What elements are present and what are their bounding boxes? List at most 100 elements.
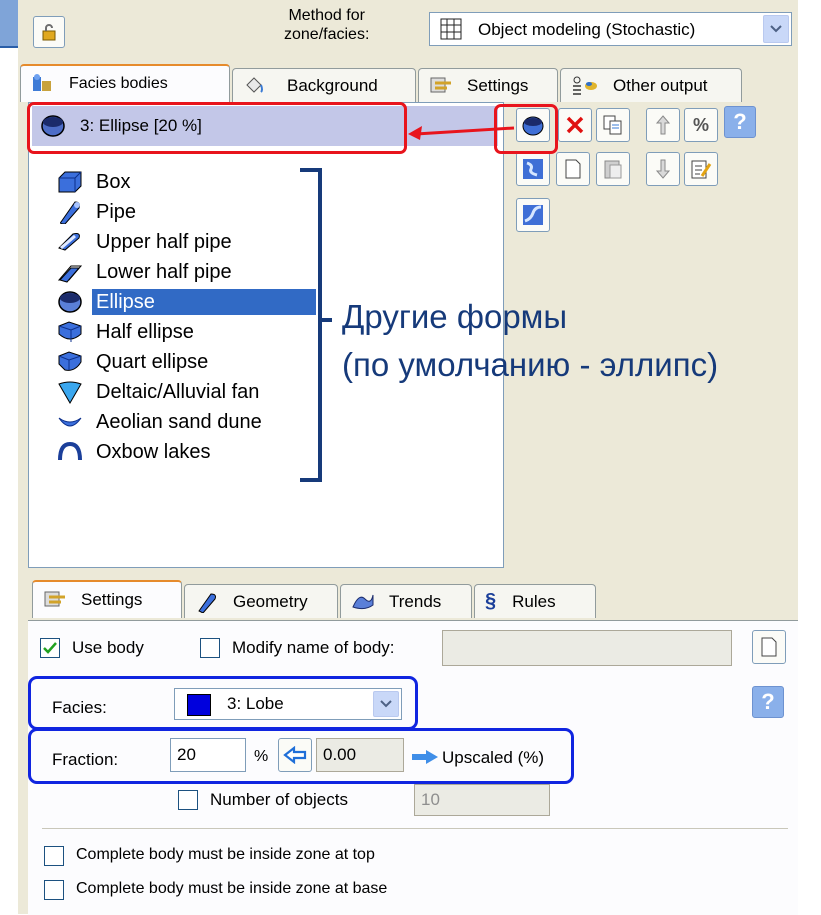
inside-base-checkbox[interactable] [44, 880, 64, 900]
divider [42, 828, 788, 829]
list-item[interactable]: Lower half pipe [56, 258, 236, 285]
percent-button[interactable]: % [684, 108, 718, 142]
method-dropdown[interactable]: Object modeling (Stochastic) [429, 12, 792, 46]
facies-modeling-panel: Method for zone/facies: Object modeling … [0, 0, 821, 915]
tab-facies-bodies[interactable]: Facies bodies [20, 64, 230, 102]
tab-settings[interactable]: Settings [32, 580, 182, 618]
list-item[interactable]: Upper half pipe [56, 228, 236, 255]
move-up-button[interactable] [646, 108, 680, 142]
ellipse-icon [58, 290, 82, 313]
settings-icon [430, 77, 451, 92]
inside-top-checkbox[interactable] [44, 846, 64, 866]
upper-half-pipe-icon [58, 232, 80, 251]
tab-settings-top[interactable]: Settings [418, 68, 558, 102]
move-down-button[interactable] [646, 152, 680, 186]
help-button[interactable]: ? [752, 686, 784, 718]
list-item[interactable]: Oxbow lakes [56, 438, 215, 465]
list-item[interactable]: Aeolian sand dune [56, 408, 266, 435]
use-body-checkbox[interactable] [40, 638, 60, 658]
list-item-label: Quart ellipse [96, 350, 209, 373]
method-dropdown-button[interactable] [763, 15, 789, 43]
tab-geometry[interactable]: Geometry [184, 584, 338, 618]
quart-ellipse-icon [58, 350, 82, 371]
deltaic-fan-icon [58, 381, 82, 404]
list-item[interactable]: Box [56, 168, 134, 195]
list-item-label: Aeolian sand dune [96, 410, 262, 433]
question-icon: ? [761, 689, 775, 714]
pipe-icon [60, 200, 80, 224]
box-icon [58, 171, 82, 192]
geometry-icon [198, 592, 216, 613]
list-item-label: Lower half pipe [96, 260, 232, 283]
section-icon: § [485, 590, 497, 612]
list-item[interactable]: Deltaic/Alluvial fan [56, 378, 263, 405]
list-item[interactable]: Half ellipse [56, 318, 198, 345]
delete-icon [566, 116, 584, 134]
help-button-top[interactable]: ? [724, 106, 756, 138]
facies-bodies-icon [33, 74, 51, 91]
inside-top-label: Complete body must be inside zone at top [76, 846, 375, 863]
paste-button[interactable] [596, 152, 630, 186]
annotation-bracket [300, 168, 332, 482]
dialog-window: Method for zone/facies: Object modeling … [18, 0, 798, 915]
import-button[interactable] [516, 152, 550, 186]
grid-icon [440, 18, 462, 40]
arrow-down-icon [655, 159, 671, 179]
method-value: Object modeling (Stochastic) [478, 20, 696, 39]
percent-icon: % [692, 114, 709, 135]
lock-button[interactable] [33, 16, 65, 48]
name-document-button[interactable] [752, 630, 786, 664]
annotation-text-line1: Другие формы [342, 298, 568, 335]
tab-background-label: Background [287, 75, 378, 95]
highlight-box-facies [28, 676, 418, 730]
oxbow-lakes-icon [58, 441, 82, 460]
inside-base-label: Complete body must be inside zone at bas… [76, 880, 388, 897]
question-icon: ? [733, 109, 747, 134]
tab-other-output[interactable]: Other output [560, 68, 742, 102]
annotation-arrow [408, 126, 515, 140]
tab-settings-top-label: Settings [467, 75, 529, 95]
number-of-objects-field[interactable]: 10 [414, 784, 550, 816]
tab-rules-label: Rules [512, 591, 556, 611]
convert-icon [523, 205, 543, 225]
body-name-field[interactable] [442, 630, 732, 666]
delete-button[interactable] [558, 108, 592, 142]
new-document-icon [565, 159, 581, 179]
list-item[interactable]: Pipe [56, 198, 140, 225]
tab-settings-label: Settings [81, 590, 143, 609]
tab-trends[interactable]: Trends [340, 584, 472, 618]
tab-trends-label: Trends [389, 591, 442, 611]
trends-icon [352, 594, 374, 609]
number-of-objects-checkbox[interactable] [178, 790, 198, 810]
chevron-down-icon [770, 25, 782, 33]
number-of-objects-value: 10 [421, 790, 440, 809]
modify-name-checkbox[interactable] [200, 638, 220, 658]
copy-icon [603, 115, 622, 135]
paint-bucket-icon [246, 76, 263, 93]
list-item-label: Oxbow lakes [96, 440, 211, 463]
list-item-label: Ellipse [92, 288, 316, 315]
use-body-label: Use body [72, 638, 144, 657]
number-of-objects-label: Number of objects [210, 790, 348, 809]
list-item-label: Upper half pipe [96, 230, 232, 253]
other-output-icon [573, 76, 597, 95]
tab-facies-bodies-label: Facies bodies [69, 75, 168, 92]
tab-background[interactable]: Background [232, 68, 416, 102]
checkmark-icon [43, 642, 57, 654]
list-item[interactable]: Quart ellipse [56, 348, 212, 375]
highlight-box-fraction [28, 728, 574, 784]
tab-rules[interactable]: § Rules [474, 584, 596, 618]
import-icon [523, 159, 543, 179]
list-item-label: Pipe [96, 200, 137, 223]
method-label: Method for zone/facies: [284, 7, 370, 43]
tab-geometry-label: Geometry [233, 591, 308, 611]
convert-button[interactable] [516, 198, 550, 232]
settings-icon [44, 591, 65, 607]
arrow-up-icon [655, 115, 671, 135]
edit-icon [691, 160, 712, 179]
edit-button[interactable] [684, 152, 718, 186]
paste-icon [604, 160, 622, 179]
copy-button[interactable] [596, 108, 630, 142]
new-button[interactable] [556, 152, 590, 186]
list-item[interactable]: Ellipse [56, 288, 316, 315]
